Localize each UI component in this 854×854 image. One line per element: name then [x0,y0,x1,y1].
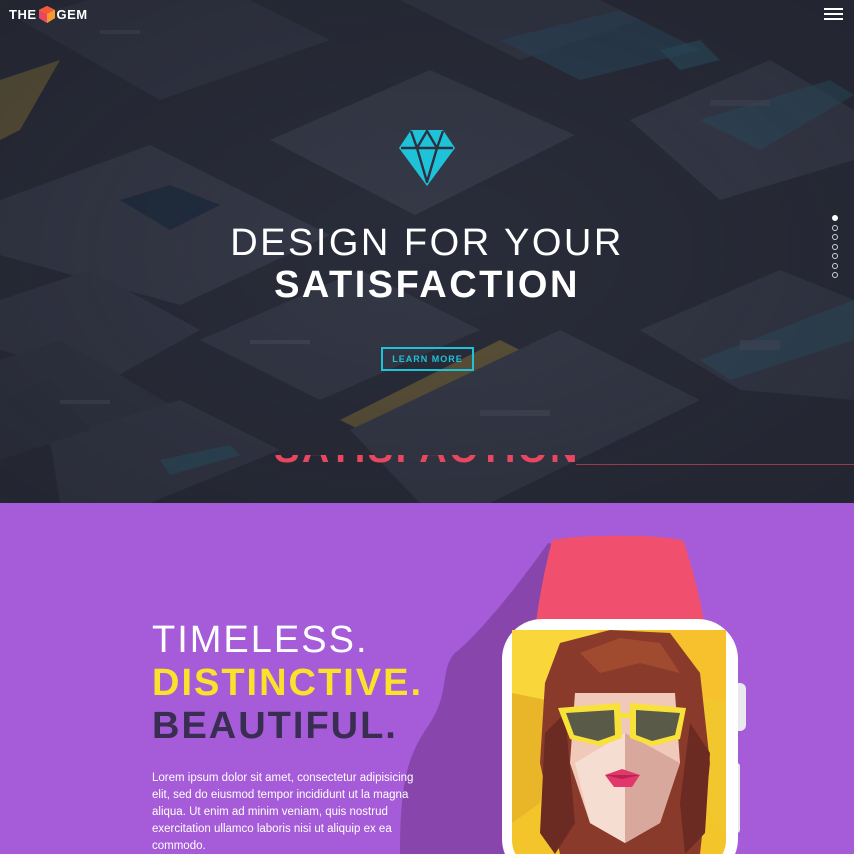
hero-divider-line [576,464,854,465]
slider-dot-2[interactable] [832,225,838,231]
slider-dot-6[interactable] [832,263,838,269]
slider-dot-7[interactable] [832,272,838,278]
hamburger-menu-icon[interactable] [824,8,843,21]
slider-pagination [832,215,838,279]
hero-headline-line1: DESIGN FOR YOUR [230,222,624,264]
hero-headline-line2: SATISFACTION [274,264,580,306]
top-navigation-bar: THE GEM [0,0,854,28]
slider-dot-3[interactable] [832,234,838,240]
hero-ghost-text-content: SATISFACTION [0,455,854,469]
slider-dot-4[interactable] [832,244,838,250]
site-logo[interactable]: THE GEM [9,5,88,23]
logo-gem-icon [38,5,55,23]
slider-dot-5[interactable] [832,253,838,259]
feature-section: TIMELESS. DISTINCTIVE. BEAUTIFUL. Lorem … [0,503,854,854]
smartwatch-illustration [502,535,746,854]
diamond-icon [399,129,455,186]
logo-word-the: THE [9,6,37,22]
hero-section: THE GEM DESIGN FOR YOUR SATISFACTION LEA… [0,0,854,503]
learn-more-button[interactable]: LEARN MORE [381,347,474,371]
hero-ghost-text: SATISFACTION [0,455,854,469]
slider-dot-1[interactable] [832,215,838,221]
logo-word-gem: GEM [56,6,88,22]
